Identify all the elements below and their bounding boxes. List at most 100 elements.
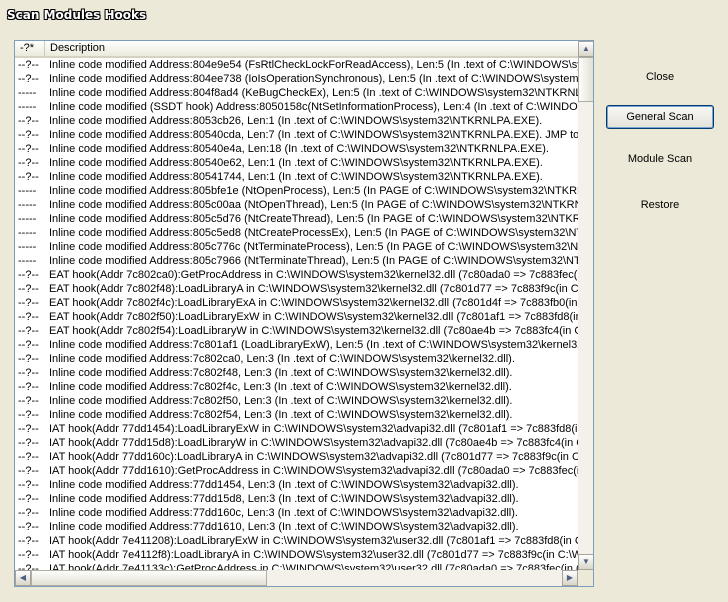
row-description: EAT hook(Addr 7c802f50):LoadLibraryExW i… bbox=[49, 311, 578, 323]
column-header-status[interactable]: -?* bbox=[15, 41, 45, 56]
table-row[interactable]: --?-- EAT hook(Addr 7c802f50):LoadLibrary… bbox=[15, 310, 578, 324]
table-row[interactable]: --?-- Inline code modified Address:80540c… bbox=[15, 128, 578, 142]
row-description: Inline code modified Address:77dd15d8, L… bbox=[49, 493, 519, 505]
row-status: ----- bbox=[18, 241, 37, 253]
row-description: EAT hook(Addr 7c802f4c):LoadLibraryExA i… bbox=[49, 297, 578, 309]
table-row[interactable]: ----- Inline code modified Address:805c5e… bbox=[15, 226, 578, 240]
table-row[interactable]: --?-- IAT hook(Addr 7e41133c):GetProcAddr… bbox=[15, 562, 578, 570]
table-row[interactable]: ----- Inline code modified Address:805c77… bbox=[15, 240, 578, 254]
table-row[interactable]: --?-- Inline code modified Address:804ee7… bbox=[15, 72, 578, 86]
table-row[interactable]: --?-- EAT hook(Addr 7c802f4c):LoadLibrary… bbox=[15, 296, 578, 310]
table-row[interactable]: --?-- Inline code modified Address:77dd16… bbox=[15, 506, 578, 520]
table-row[interactable]: --?-- Inline code modified Address:80540e… bbox=[15, 156, 578, 170]
row-description: IAT hook(Addr 77dd160c):LoadLibraryA in … bbox=[49, 451, 578, 463]
table-row[interactable]: --?-- IAT hook(Addr 7e4112f8):LoadLibrary… bbox=[15, 548, 578, 562]
row-status: --?-- bbox=[18, 283, 39, 295]
row-description: Inline code modified Address:805bfe1e (N… bbox=[49, 185, 578, 197]
table-row[interactable]: --?-- IAT hook(Addr 77dd160c):LoadLibrary… bbox=[15, 450, 578, 464]
row-status: ----- bbox=[18, 185, 37, 197]
row-description: Inline code modified Address:7c802f48, L… bbox=[49, 367, 513, 379]
column-header-description[interactable]: Description bbox=[45, 41, 578, 56]
row-status: --?-- bbox=[18, 129, 39, 141]
row-status: ----- bbox=[18, 213, 37, 225]
row-description: IAT hook(Addr 77dd1610):GetProcAddress i… bbox=[49, 465, 578, 477]
table-row[interactable]: --?-- Inline code modified Address:7c802c… bbox=[15, 352, 578, 366]
row-description: Inline code modified Address:7c802f50, L… bbox=[49, 395, 513, 407]
general-scan-button[interactable]: General Scan bbox=[606, 105, 714, 129]
table-row[interactable]: ----- Inline code modified (SSDT hook) Ad… bbox=[15, 100, 578, 114]
row-description: Inline code modified Address:77dd160c, L… bbox=[49, 507, 518, 519]
table-row[interactable]: ----- Inline code modified Address:805c79… bbox=[15, 254, 578, 268]
restore-button[interactable]: Restore bbox=[606, 193, 714, 217]
list-header: -?* Description bbox=[15, 41, 578, 58]
table-row[interactable]: --?-- Inline code modified Address:805417… bbox=[15, 170, 578, 184]
table-row[interactable]: --?-- IAT hook(Addr 7e411208):LoadLibrary… bbox=[15, 534, 578, 548]
row-description: Inline code modified Address:805c00aa (N… bbox=[49, 199, 578, 211]
table-row[interactable]: --?-- Inline code modified Address:8053cb… bbox=[15, 114, 578, 128]
row-status: --?-- bbox=[18, 395, 39, 407]
table-row[interactable]: --?-- Inline code modified Address:77dd16… bbox=[15, 520, 578, 534]
vertical-scroll-thumb[interactable] bbox=[578, 57, 593, 102]
window-title: Scan Modules Hooks bbox=[7, 8, 147, 22]
table-row[interactable]: --?-- EAT hook(Addr 7c802f48):LoadLibrary… bbox=[15, 282, 578, 296]
module-scan-button[interactable]: Module Scan bbox=[606, 147, 714, 171]
row-status: --?-- bbox=[18, 507, 39, 519]
table-row[interactable]: ----- Inline code modified Address:805c00… bbox=[15, 198, 578, 212]
table-row[interactable]: --?-- EAT hook(Addr 7c802f54):LoadLibrary… bbox=[15, 324, 578, 338]
list-rows: --?-- Inline code modified Address:804e9e… bbox=[15, 58, 578, 570]
table-row[interactable]: --?-- Inline code modified Address:7c802f… bbox=[15, 394, 578, 408]
table-row[interactable]: --?-- Inline code modified Address:7c802f… bbox=[15, 408, 578, 422]
row-status: --?-- bbox=[18, 423, 39, 435]
row-status: --?-- bbox=[18, 73, 39, 85]
row-description: IAT hook(Addr 7e4112f8):LoadLibraryA in … bbox=[49, 549, 578, 561]
row-status: ----- bbox=[18, 101, 37, 113]
table-row[interactable]: --?-- Inline code modified Address:7c801a… bbox=[15, 338, 578, 352]
row-status: --?-- bbox=[18, 381, 39, 393]
vertical-scrollbar[interactable]: ▲ ▼ bbox=[578, 41, 593, 570]
table-row[interactable]: --?-- Inline code modified Address:77dd14… bbox=[15, 478, 578, 492]
table-row[interactable]: ----- Inline code modified Address:805bfe… bbox=[15, 184, 578, 198]
table-row[interactable]: ----- Inline code modified Address:804f8a… bbox=[15, 86, 578, 100]
row-status: --?-- bbox=[18, 437, 39, 449]
horizontal-scroll-thumb[interactable] bbox=[31, 570, 267, 586]
row-description: Inline code modified Address:804e9e54 (F… bbox=[49, 59, 578, 71]
row-description: Inline code modified Address:77dd1454, L… bbox=[49, 479, 519, 491]
row-status: --?-- bbox=[18, 451, 39, 463]
row-description: IAT hook(Addr 77dd1454):LoadLibraryExW i… bbox=[49, 423, 578, 435]
table-row[interactable]: --?-- IAT hook(Addr 77dd1610):GetProcAddr… bbox=[15, 464, 578, 478]
row-description: IAT hook(Addr 7e41133c):GetProcAddress i… bbox=[49, 563, 578, 570]
row-status: --?-- bbox=[18, 563, 39, 570]
row-status: ----- bbox=[18, 87, 37, 99]
row-description: Inline code modified Address:805c5ed8 (N… bbox=[49, 227, 578, 239]
scroll-left-icon[interactable]: ◀ bbox=[15, 570, 31, 586]
row-status: --?-- bbox=[18, 339, 39, 351]
table-row[interactable]: --?-- IAT hook(Addr 77dd15d8):LoadLibrary… bbox=[15, 436, 578, 450]
row-status: --?-- bbox=[18, 157, 39, 169]
table-row[interactable]: --?-- Inline code modified Address:804e9e… bbox=[15, 58, 578, 72]
table-row[interactable]: --?-- EAT hook(Addr 7c802ca0):GetProcAddr… bbox=[15, 268, 578, 282]
scroll-right-icon[interactable]: ▶ bbox=[562, 570, 578, 586]
row-status: --?-- bbox=[18, 367, 39, 379]
table-row[interactable]: --?-- IAT hook(Addr 77dd1454):LoadLibrary… bbox=[15, 422, 578, 436]
table-row[interactable]: ----- Inline code modified Address:805c5d… bbox=[15, 212, 578, 226]
row-status: --?-- bbox=[18, 325, 39, 337]
close-button[interactable]: Close bbox=[606, 65, 714, 89]
scroll-up-icon[interactable]: ▲ bbox=[578, 41, 593, 57]
row-status: --?-- bbox=[18, 269, 39, 281]
scroll-down-icon[interactable]: ▼ bbox=[578, 554, 593, 570]
row-status: --?-- bbox=[18, 59, 39, 71]
row-status: ----- bbox=[18, 199, 37, 211]
table-row[interactable]: --?-- Inline code modified Address:80540e… bbox=[15, 142, 578, 156]
table-row[interactable]: --?-- Inline code modified Address:7c802f… bbox=[15, 380, 578, 394]
row-status: --?-- bbox=[18, 465, 39, 477]
horizontal-scrollbar[interactable]: ◀ ▶ bbox=[15, 570, 578, 586]
row-description: Inline code modified Address:7c802f54, L… bbox=[49, 409, 513, 421]
row-description: Inline code modified Address:80540e4a, L… bbox=[49, 143, 549, 155]
table-row[interactable]: --?-- Inline code modified Address:77dd15… bbox=[15, 492, 578, 506]
scrollbar-corner bbox=[578, 570, 593, 586]
table-row[interactable]: --?-- Inline code modified Address:7c802f… bbox=[15, 366, 578, 380]
row-status: --?-- bbox=[18, 521, 39, 533]
row-description: Inline code modified Address:804f8ad4 (K… bbox=[49, 87, 578, 99]
hooks-list-view[interactable]: -?* Description --?-- Inline code modifie… bbox=[14, 40, 594, 587]
row-description: Inline code modified Address:7c802ca0, L… bbox=[49, 353, 515, 365]
